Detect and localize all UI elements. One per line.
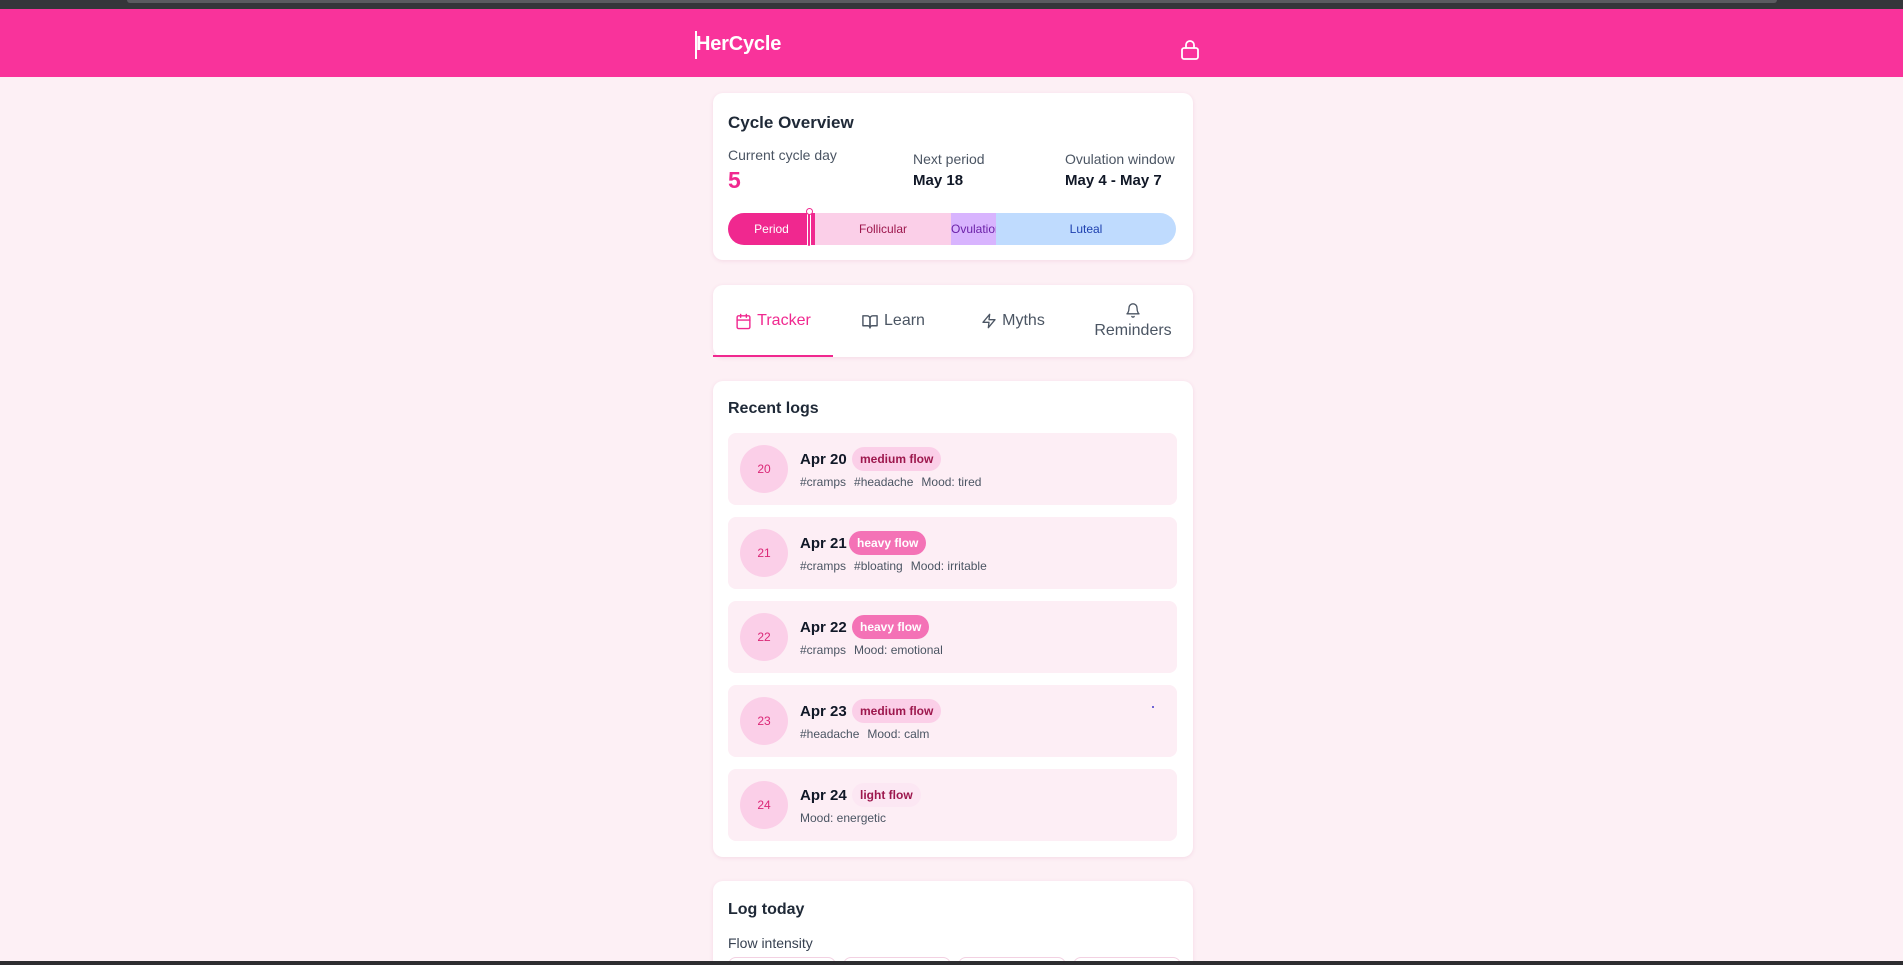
- mood-text: Mood: irritable: [910, 559, 987, 573]
- log-date: Apr 20: [800, 451, 847, 468]
- symptom-tag: #cramps: [800, 643, 847, 657]
- log-details: #cramps #bloating Mood: irritable: [800, 559, 995, 573]
- mood-text: Mood: tired: [921, 475, 982, 489]
- log-details: #cramps Mood: emotional: [800, 643, 951, 657]
- symptom-tag: #bloating: [854, 559, 903, 573]
- flow-badge: heavy flow: [849, 531, 927, 555]
- active-tab-underline: [713, 355, 833, 357]
- symptom-tag: #headache: [854, 475, 914, 489]
- tab-learn[interactable]: Learn: [833, 285, 953, 357]
- symptom-tag: #headache: [800, 727, 860, 741]
- tab-tracker[interactable]: Tracker: [713, 285, 833, 357]
- log-date: Apr 21: [800, 535, 847, 552]
- app-header: HerCycle: [0, 9, 1903, 77]
- log-item[interactable]: 21 Apr 21 heavy flow #cramps #bloating Moo…: [728, 517, 1177, 589]
- lock-icon[interactable]: [1180, 39, 1202, 63]
- bell-icon: [1126, 303, 1140, 318]
- recent-logs-card: Recent logs 20 Apr 20 medium flow #cramp…: [713, 381, 1193, 857]
- log-today-title: Log today: [728, 901, 805, 918]
- main-tabs: Tracker Learn Myths Reminders: [713, 285, 1193, 357]
- phase-luteal: Luteal: [996, 213, 1176, 245]
- tab-myths[interactable]: Myths: [953, 285, 1073, 357]
- lightning-icon: [982, 313, 996, 329]
- flow-badge: light flow: [852, 783, 921, 807]
- cycle-overview-card: Cycle Overview Current cycle day 5 Next …: [713, 93, 1193, 260]
- current-day-marker: [807, 211, 811, 247]
- mood-text: Mood: calm: [867, 727, 930, 741]
- log-details: #headache Mood: calm: [800, 727, 937, 741]
- cycle-phase-bar: Period Follicular Ovulation Luteal: [728, 213, 1176, 245]
- phase-period: Period: [728, 213, 815, 245]
- tab-reminders-label: Reminders: [1094, 322, 1172, 339]
- phase-ovulation: Ovulation: [951, 213, 996, 245]
- log-today-card: Log today Flow intensity: [713, 881, 1193, 965]
- app-title[interactable]: HerCycle: [696, 33, 781, 56]
- current-cycle-day-value: 5: [728, 167, 741, 193]
- next-period-label: Next period: [913, 151, 985, 167]
- log-item[interactable]: 20 Apr 20 medium flow #cramps #headache Mo…: [728, 433, 1177, 505]
- tab-tracker-label: Tracker: [757, 312, 811, 329]
- window-bottom-edge: [0, 961, 1903, 965]
- log-item[interactable]: 23 Apr 23 medium flow #headache Mood: cal…: [728, 685, 1177, 757]
- flow-badge: heavy flow: [852, 615, 930, 639]
- log-day-circle: 20: [740, 445, 788, 493]
- log-item[interactable]: 24 Apr 24 light flow Mood: energetic: [728, 769, 1177, 841]
- browser-top-bar: [0, 0, 1903, 9]
- log-date: Apr 24: [800, 787, 847, 804]
- flow-intensity-label: Flow intensity: [728, 935, 813, 951]
- ovulation-window-label: Ovulation window: [1065, 151, 1175, 167]
- book-icon: [862, 314, 878, 329]
- current-day-marker-dot: [806, 208, 813, 215]
- current-cycle-day-label: Current cycle day: [728, 147, 837, 163]
- next-period-value: May 18: [913, 172, 964, 189]
- symptom-tag: #cramps: [800, 475, 847, 489]
- phase-follicular: Follicular: [815, 213, 951, 245]
- log-details: #cramps #headache Mood: tired: [800, 475, 989, 489]
- mood-text: Mood: emotional: [854, 643, 943, 657]
- log-day-circle: 21: [740, 529, 788, 577]
- log-day-circle: 22: [740, 613, 788, 661]
- log-day-circle: 23: [740, 697, 788, 745]
- flow-badge: medium flow: [852, 447, 942, 471]
- stray-dot: [1152, 706, 1154, 708]
- cycle-overview-title: Cycle Overview: [728, 113, 854, 132]
- tab-reminders[interactable]: Reminders: [1073, 285, 1193, 357]
- symptom-tag: #cramps: [800, 559, 847, 573]
- log-details: Mood: energetic: [800, 811, 894, 825]
- tab-learn-label: Learn: [884, 312, 925, 329]
- ovulation-window-value: May 4 - May 7: [1065, 172, 1162, 189]
- recent-logs-title: Recent logs: [728, 400, 819, 417]
- tab-myths-label: Myths: [1002, 312, 1045, 329]
- mood-text: Mood: energetic: [800, 811, 887, 825]
- browser-address-bar[interactable]: [127, 0, 1777, 3]
- calendar-icon: [736, 313, 751, 329]
- log-day-circle: 24: [740, 781, 788, 829]
- log-date: Apr 22: [800, 619, 847, 636]
- log-date: Apr 23: [800, 703, 847, 720]
- log-item[interactable]: 22 Apr 22 heavy flow #cramps Mood: emotio…: [728, 601, 1177, 673]
- flow-badge: medium flow: [852, 699, 942, 723]
